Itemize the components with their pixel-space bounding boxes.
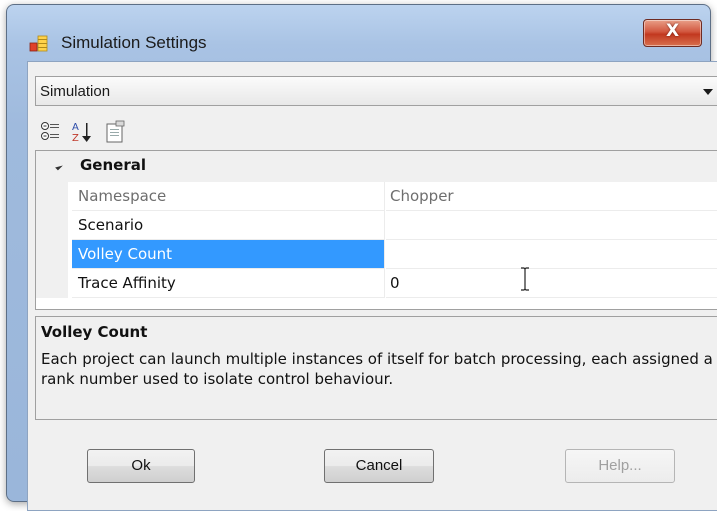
row-margin <box>36 240 68 269</box>
property-row-namespace[interactable]: Namespace Chopper <box>36 182 717 211</box>
close-icon: X <box>665 21 680 41</box>
help-title: Volley Count <box>41 323 148 341</box>
help-button[interactable]: Help... <box>565 449 675 483</box>
property-value[interactable]: Chopper <box>386 182 717 211</box>
chevron-down-icon[interactable] <box>703 89 713 95</box>
property-name: Volley Count <box>72 240 385 269</box>
help-description: Each project can launch multiple instanc… <box>41 350 713 388</box>
property-value[interactable]: 0 <box>386 269 717 298</box>
close-button[interactable]: X <box>643 19 702 47</box>
property-row-scenario[interactable]: Scenario <box>36 211 717 240</box>
help-panel: Volley Count Each project can launch mul… <box>35 316 717 420</box>
alphabetical-sort-icon[interactable]: A Z <box>71 120 95 144</box>
categorized-icon[interactable] <box>39 120 63 144</box>
simulation-settings-dialog: Simulation Settings X Simulation A Z Gen… <box>6 4 717 511</box>
property-row-trace-affinity[interactable]: Trace Affinity 0 <box>36 269 717 298</box>
property-name: Scenario <box>72 211 385 240</box>
property-value[interactable] <box>386 211 717 240</box>
property-name: Namespace <box>72 182 385 211</box>
dialog-client-area: Simulation A Z General Namespace Chopper… <box>27 61 717 511</box>
category-label: General <box>80 156 146 174</box>
object-selector-dropdown[interactable]: Simulation <box>35 76 717 106</box>
object-selector-value: Simulation <box>40 83 111 100</box>
svg-text:Z: Z <box>72 133 79 144</box>
ok-button[interactable]: Ok <box>87 449 195 483</box>
row-margin <box>36 211 68 240</box>
row-margin <box>36 269 68 298</box>
property-pages-icon[interactable] <box>103 120 127 144</box>
property-grid-icon <box>29 35 48 52</box>
text-cursor-icon <box>521 267 529 291</box>
title-bar[interactable]: Simulation Settings X <box>7 5 710 57</box>
collapse-icon[interactable] <box>55 162 63 171</box>
category-row-general[interactable]: General <box>36 151 717 182</box>
window-title: Simulation Settings <box>61 33 207 52</box>
property-name: Trace Affinity <box>72 269 385 298</box>
property-row-volley-count[interactable]: Volley Count <box>36 240 717 269</box>
cancel-button[interactable]: Cancel <box>324 449 434 483</box>
property-value-cell[interactable] <box>386 240 717 269</box>
svg-text:A: A <box>72 122 79 133</box>
property-grid-toolbar: A Z <box>35 114 717 148</box>
row-margin <box>36 182 68 211</box>
property-grid: General Namespace Chopper Scenario Volle… <box>35 150 717 310</box>
